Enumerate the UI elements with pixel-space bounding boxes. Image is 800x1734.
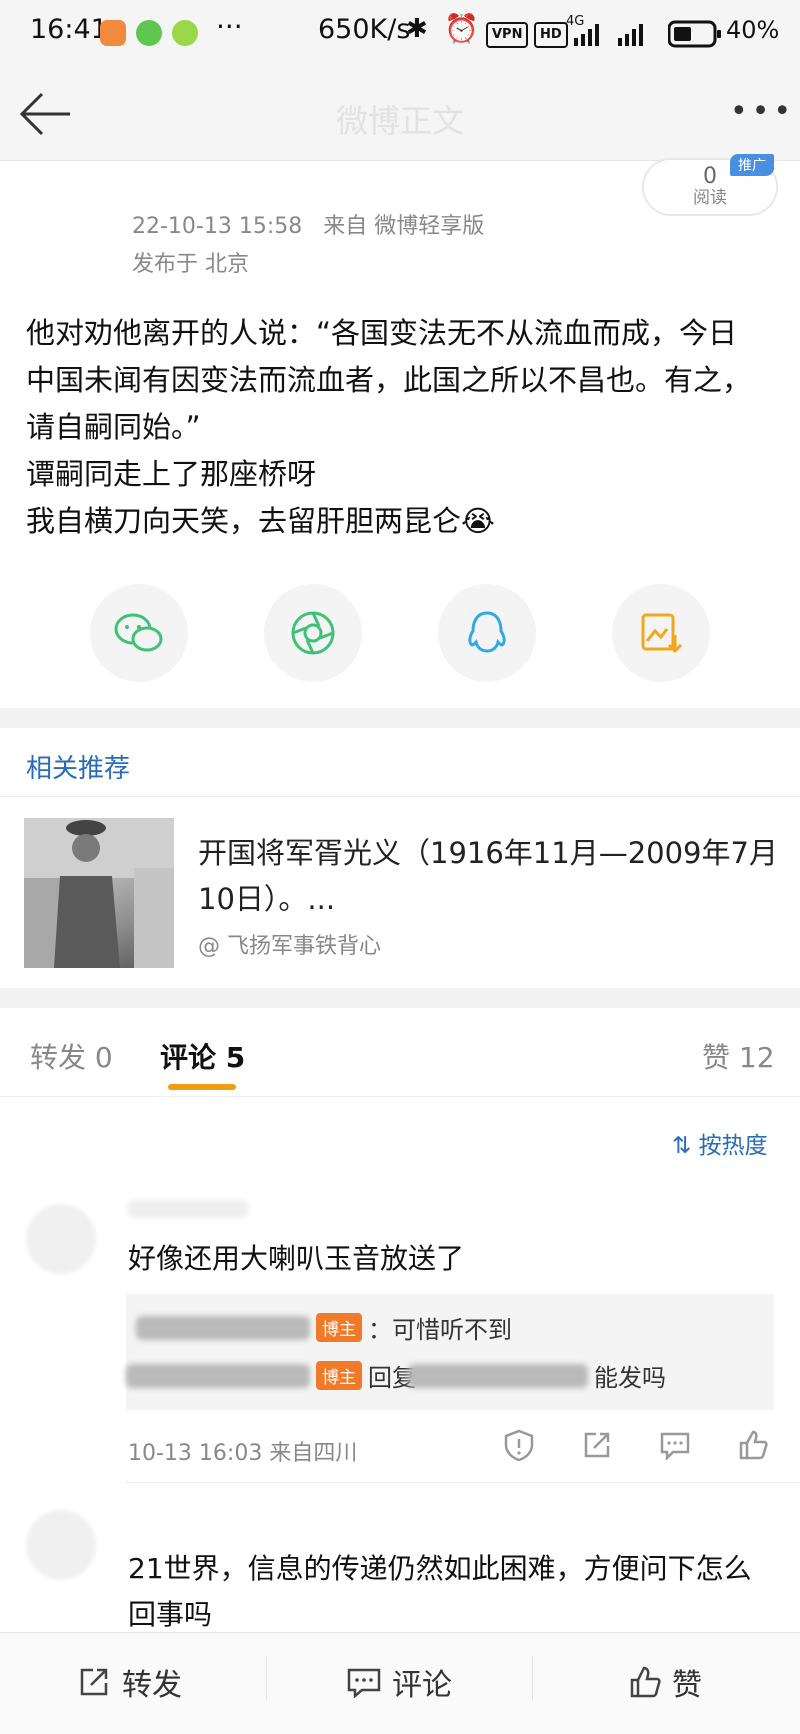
repost-button[interactable]: 转发 <box>78 1660 182 1704</box>
wechat-icon <box>114 613 163 652</box>
battery-icon <box>668 20 721 48</box>
qq-icon <box>468 611 506 653</box>
network-speed: 650K/s <box>318 14 411 45</box>
reply-author-redacted <box>126 1363 310 1388</box>
vpn-icon: VPN <box>486 22 529 48</box>
more-options-icon[interactable]: ••• <box>730 94 795 129</box>
divider-line <box>0 796 800 797</box>
repost-label: 转发 <box>122 1668 182 1703</box>
post-line: 他对劝他离开的人说：“各国变法无不从流血而成，今日 <box>26 316 738 350</box>
app-notification-icon <box>100 20 126 46</box>
post-line: 请自嗣同始。” <box>26 410 201 444</box>
share-qq-button[interactable] <box>438 584 536 682</box>
page-title: 微博正文 <box>335 102 464 140</box>
post-location: 发布于 北京 <box>132 252 249 277</box>
like-button[interactable]: 赞 <box>628 1660 702 1704</box>
battery-percent: 40% <box>726 16 780 44</box>
save-image-icon <box>641 613 683 654</box>
thumbs-up-icon <box>630 1666 661 1698</box>
divider-line <box>126 1482 800 1483</box>
comment-text: 好像还用大喇叭玉音放送了 <box>128 1242 465 1275</box>
bluetooth-icon: ✱ <box>406 14 428 44</box>
share-wechat-button[interactable] <box>90 584 188 682</box>
post-line: 中国未闻有因变法而流血者，此国之所以不昌也。有之， <box>26 363 752 397</box>
share-comment-icon[interactable] <box>580 1428 614 1462</box>
more-notifications-icon: ··· <box>216 10 243 43</box>
sort-icon: ⇅ <box>672 1133 692 1159</box>
reply-line: 博主 ：可惜听不到 <box>136 1310 512 1345</box>
post-timestamp: 22-10-13 15:58 来自 微博轻享版 <box>132 214 485 239</box>
reply-box[interactable]: 博主 ：可惜听不到 博主 回复 能发吗 <box>126 1294 774 1410</box>
report-icon[interactable] <box>502 1428 536 1462</box>
avatar[interactable] <box>26 1510 96 1580</box>
reply-line: 博主 回复 能发吗 <box>126 1358 666 1393</box>
reply-text: ：可惜听不到 <box>368 1316 512 1344</box>
comment-text: 21世界，信息的传递仍然如此困难，方便问下怎么回事吗 <box>128 1552 752 1631</box>
post-line: 我自横刀向天笑，去留肝胆两昆仑😭 <box>26 504 495 538</box>
reply-target-redacted <box>408 1363 588 1388</box>
active-tab-indicator <box>168 1084 236 1090</box>
tab-like[interactable]: 赞 12 <box>702 1036 775 1076</box>
post-body: 他对劝他离开的人说：“各国变法无不从流血而成，今日 中国未闻有因变法而流血者，此… <box>26 310 776 545</box>
moments-icon <box>291 611 335 655</box>
sort-label: 按热度 <box>698 1133 768 1159</box>
commenter-name-redacted <box>128 1200 248 1218</box>
avatar[interactable] <box>26 1204 96 1274</box>
repost-icon <box>80 1668 108 1696</box>
share-moments-button[interactable] <box>264 584 362 682</box>
author-badge: 博主 <box>316 1361 362 1390</box>
comment-button[interactable]: 评论 <box>346 1660 452 1704</box>
alarm-icon: ⏰ <box>444 12 479 45</box>
tab-repost[interactable]: 转发 0 <box>30 1036 113 1076</box>
read-label: 阅读 <box>693 188 727 208</box>
related-thumbnail[interactable] <box>24 818 174 968</box>
related-item-title[interactable]: 开国将军胥光义（1916年11月—2009年7月10日）。... <box>198 830 782 922</box>
divider-line <box>0 1096 800 1097</box>
save-image-button[interactable] <box>612 584 710 682</box>
comment-icon <box>347 1668 381 1698</box>
hd-icon: HD <box>534 22 568 48</box>
signal-icon <box>574 24 643 46</box>
nav-bar: 微博正文 ••• <box>0 68 800 161</box>
status-bar: 16:41 ··· 650K/s ✱ ⏰ VPN HD 4G 40% <box>0 0 800 68</box>
comment-label: 评论 <box>392 1668 452 1703</box>
comment-meta: 10-13 16:03 来自四川 <box>128 1441 358 1466</box>
tab-comment[interactable]: 评论 5 <box>160 1036 245 1076</box>
section-divider <box>0 988 800 1008</box>
separator <box>266 1656 267 1700</box>
related-item-source[interactable]: @ 飞扬军事铁背心 <box>198 928 381 960</box>
app-notification-icon <box>172 20 198 46</box>
sort-button[interactable]: ⇅ 按热度 <box>672 1126 768 1160</box>
promote-tag[interactable]: 推广 <box>730 154 774 176</box>
post-line: 谭嗣同走上了那座桥呀 <box>26 457 317 491</box>
separator <box>532 1656 533 1700</box>
wechat-notification-icon <box>136 20 162 46</box>
author-badge: 博主 <box>316 1313 362 1342</box>
reply-author-redacted <box>136 1315 310 1340</box>
section-divider <box>0 708 800 728</box>
like-label: 赞 <box>672 1668 702 1703</box>
general-portrait-image <box>24 818 174 968</box>
related-section-title: 相关推荐 <box>26 754 131 784</box>
reply-icon[interactable] <box>658 1428 692 1462</box>
like-icon[interactable] <box>736 1428 770 1462</box>
status-time: 16:41 <box>30 14 108 45</box>
reply-suffix: 能发吗 <box>594 1364 666 1392</box>
